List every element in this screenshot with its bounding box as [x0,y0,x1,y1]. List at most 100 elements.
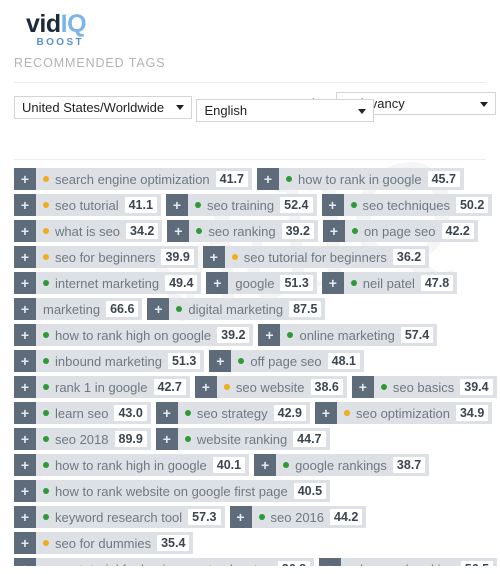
tag-body[interactable]: what is seo 34.2 [36,220,163,242]
tag-chip[interactable]: + seo tutorial for beginners 36.2 [202,246,430,268]
plus-icon[interactable]: + [14,376,36,398]
tag-chip[interactable]: + seo ranking 39.2 [167,220,318,242]
tag-chip[interactable]: + neil patel 47.8 [321,272,458,294]
tag-chip[interactable]: + how to rank high on google 39.2 [14,324,254,346]
tag-chip[interactable]: + seo 2018 89.9 [14,428,151,450]
plus-icon[interactable]: + [14,506,36,528]
tag-body[interactable]: on page seo 42.2 [344,220,478,242]
tag-chip[interactable]: + inbound marketing 51.3 [14,350,205,372]
tag-body[interactable]: internet marketing 49.4 [36,272,202,294]
tag-body[interactable]: seo tutorial 41.1 [36,194,161,216]
tag-chip[interactable]: + how to rank high in google 40.1 [14,454,250,476]
tag-chip[interactable]: + rank 1 in google 42.7 [14,376,190,398]
tag-body[interactable]: rank 1 in google 42.7 [36,376,190,398]
plus-icon[interactable]: + [206,272,229,294]
tag-body[interactable]: inbound marketing 51.3 [36,350,205,372]
plus-icon[interactable]: + [209,350,232,372]
tag-chip[interactable]: + how to rank website on google first pag… [14,480,331,502]
plus-icon[interactable]: + [321,194,344,216]
plus-icon[interactable]: + [155,428,178,450]
tag-body[interactable]: seo basics 39.4 [373,376,497,398]
tag-chip[interactable]: + how to rank in google 45.7 [257,168,464,190]
tag-body[interactable]: website ranking 44.7 [177,428,330,450]
tag-body[interactable]: keyword ranking 56.5 [341,558,498,566]
plus-icon[interactable]: + [167,220,190,242]
tag-chip[interactable]: + keyword ranking 56.5 [319,558,498,566]
tag-chip[interactable]: + marketing 66.6 [14,298,143,320]
tag-chip[interactable]: + seo training 52.4 [165,194,317,216]
plus-icon[interactable]: + [14,558,36,566]
tag-body[interactable]: seo training 52.4 [187,194,317,216]
tag-body[interactable]: digital marketing 87.5 [169,298,326,320]
tag-body[interactable]: learn seo 43.0 [36,402,151,424]
tag-chip[interactable]: + seo strategy 42.9 [155,402,310,424]
tag-body[interactable]: how to rank high on google 39.2 [36,324,254,346]
plus-icon[interactable]: + [322,220,345,242]
plus-icon[interactable]: + [254,454,277,476]
tag-chip[interactable]: + seo techniques 50.2 [321,194,493,216]
tag-body[interactable]: seo 2018 89.9 [36,428,151,450]
tag-chip[interactable]: + seo tutorial for beginners step by step… [14,558,315,566]
tag-body[interactable]: seo techniques 50.2 [343,194,493,216]
plus-icon[interactable]: + [319,558,342,566]
tag-chip[interactable]: + google rankings 38.7 [254,454,430,476]
tag-body[interactable]: seo for beginners 39.9 [36,246,198,268]
tag-body[interactable]: keyword research tool 57.3 [36,506,225,528]
tag-chip[interactable]: + off page seo 48.1 [209,350,364,372]
tag-chip[interactable]: + learn seo 43.0 [14,402,151,424]
plus-icon[interactable]: + [315,402,337,424]
plus-icon[interactable]: + [202,246,225,268]
tag-chip[interactable]: + seo 2016 44.2 [229,506,367,528]
tag-chip[interactable]: + seo basics 39.4 [351,376,497,398]
plus-icon[interactable]: + [321,272,344,294]
tag-chip[interactable]: + internet marketing 49.4 [14,272,202,294]
tag-body[interactable]: off page seo 48.1 [231,350,364,372]
tag-chip[interactable]: + digital marketing 87.5 [147,298,326,320]
tag-body[interactable]: how to rank website on google first page… [36,480,331,502]
tag-chip[interactable]: + on page seo 42.2 [322,220,478,242]
tag-chip[interactable]: + search engine optimization 41.7 [14,168,252,190]
tag-body[interactable]: google rankings 38.7 [276,454,430,476]
recommended-tags-list[interactable]: vidIQ +search engine optimization41.7+ho… [0,160,500,566]
tag-body[interactable]: seo ranking 39.2 [189,220,318,242]
tag-body[interactable]: search engine optimization 41.7 [36,168,252,190]
plus-icon[interactable]: + [14,298,36,320]
tag-body[interactable]: how to rank high in google 40.1 [36,454,250,476]
tag-chip[interactable]: + google 51.3 [206,272,317,294]
plus-icon[interactable]: + [258,324,281,346]
region-select[interactable]: United States/Worldwide [14,95,192,119]
tag-body[interactable]: online marketing 57.4 [280,324,438,346]
tag-body[interactable]: google 51.3 [228,272,317,294]
tag-chip[interactable]: + keyword research tool 57.3 [14,506,225,528]
plus-icon[interactable]: + [14,402,36,424]
plus-icon[interactable]: + [14,350,36,372]
plus-icon[interactable]: + [14,272,36,294]
plus-icon[interactable]: + [14,324,36,346]
tag-body[interactable]: seo 2016 44.2 [251,506,367,528]
plus-icon[interactable]: + [14,454,36,476]
tag-chip[interactable]: + online marketing 57.4 [258,324,438,346]
tag-body[interactable]: seo for dummies 35.4 [36,532,194,554]
tag-body[interactable]: seo website 38.6 [216,376,347,398]
plus-icon[interactable]: + [14,220,36,242]
tag-chip[interactable]: + seo for dummies 35.4 [14,532,194,554]
plus-icon[interactable]: + [14,428,36,450]
tag-chip[interactable]: + seo website 38.6 [194,376,347,398]
plus-icon[interactable]: + [155,402,178,424]
tag-chip[interactable]: + seo for beginners 39.9 [14,246,198,268]
tag-body[interactable]: seo tutorial for beginners 36.2 [224,246,430,268]
plus-icon[interactable]: + [14,532,36,554]
tag-body[interactable]: how to rank in google 45.7 [279,168,464,190]
tag-body[interactable]: marketing 66.6 [36,298,143,320]
tag-body[interactable]: seo optimization 34.9 [337,402,493,424]
tag-chip[interactable]: + seo tutorial 41.1 [14,194,161,216]
plus-icon[interactable]: + [14,168,36,190]
plus-icon[interactable]: + [165,194,188,216]
tag-chip[interactable]: + what is seo 34.2 [14,220,163,242]
tag-chip[interactable]: + website ranking 44.7 [155,428,330,450]
plus-icon[interactable]: + [229,506,252,528]
plus-icon[interactable]: + [14,480,36,502]
plus-icon[interactable]: + [147,298,170,320]
tag-body[interactable]: seo tutorial for beginners step by step 3… [36,558,315,566]
plus-icon[interactable]: + [194,376,217,398]
